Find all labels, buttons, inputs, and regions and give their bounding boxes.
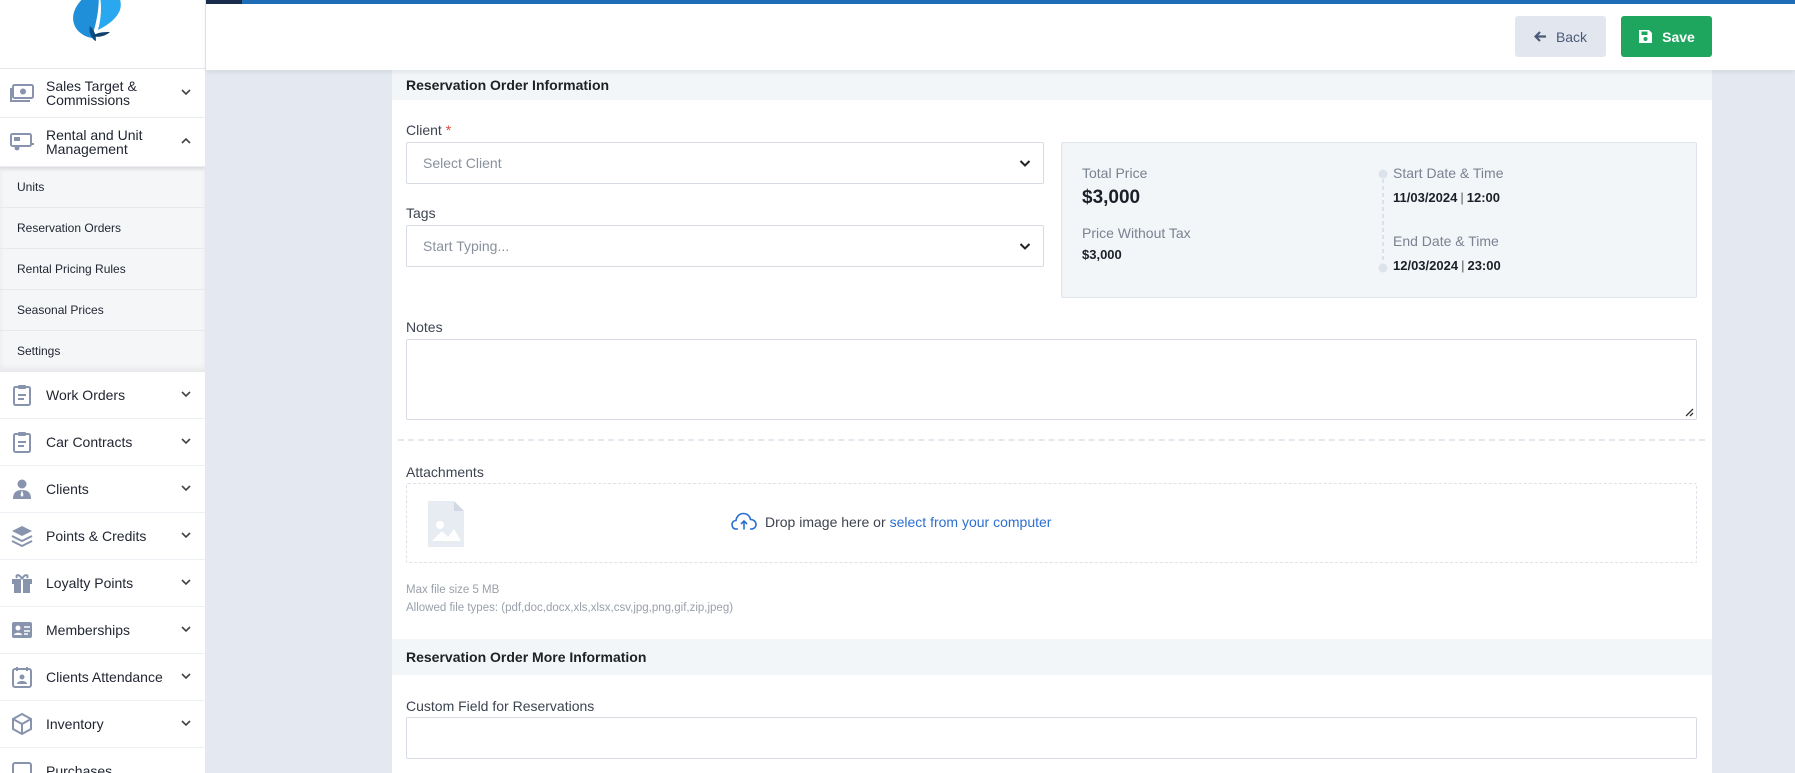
back-button[interactable]: Back	[1515, 16, 1606, 57]
sidebar-item-points-credits[interactable]: Points & Credits	[0, 513, 205, 560]
chevron-down-icon	[181, 485, 191, 492]
price-summary-panel: Total Price $3,000 Price Without Tax $3,…	[1061, 142, 1697, 298]
custom-field-input[interactable]	[406, 717, 1697, 759]
chevron-down-icon	[1019, 160, 1031, 167]
max-file-size-hint: Max file size 5 MB	[406, 584, 500, 596]
rv-icon	[10, 131, 34, 153]
chevron-down-icon	[181, 391, 191, 398]
reservation-form-card: Reservation Order Information Client * S…	[392, 70, 1712, 773]
money-icon	[10, 82, 34, 104]
resize-handle-icon[interactable]	[1684, 407, 1694, 417]
section-title-more-information: Reservation Order More Information	[392, 639, 1712, 675]
end-time: 23:00	[1467, 258, 1501, 273]
tags-input[interactable]: Start Typing...	[406, 225, 1044, 267]
start-date: 11/03/2024	[1393, 190, 1458, 205]
chevron-down-icon	[181, 626, 191, 633]
sidebar-subitem-units[interactable]: Units	[0, 167, 205, 208]
chevron-down-icon	[181, 720, 191, 727]
chevron-up-icon	[181, 137, 191, 144]
back-button-label: Back	[1555, 28, 1588, 45]
start-time: 12:00	[1466, 190, 1500, 205]
sidebar-item-loyalty-points[interactable]: Loyalty Points	[0, 560, 205, 607]
chevron-down-icon	[181, 438, 191, 445]
sidebar-item-clients[interactable]: Clients	[0, 466, 205, 513]
arrow-left-icon	[1533, 31, 1546, 42]
box-icon	[10, 713, 34, 735]
sidebar-subitem-rental-pricing-rules[interactable]: Rental Pricing Rules	[0, 249, 205, 290]
user-tie-icon	[10, 478, 34, 500]
rental-submenu: Units Reservation Orders Rental Pricing …	[0, 167, 205, 372]
sidebar-item-label: Rental and Unit Management	[46, 127, 143, 157]
gift-icon	[10, 572, 34, 594]
attachments-field-label: Attachments	[406, 464, 484, 480]
end-datetime-value: 12/03/2024 | 23:00	[1393, 258, 1501, 273]
dropzone-text: Drop image here or	[765, 513, 886, 530]
sidebar-subitem-settings[interactable]: Settings	[0, 331, 205, 372]
calendar-user-icon	[10, 666, 34, 688]
chevron-down-icon	[1019, 243, 1031, 250]
sidebar-item-sales-target[interactable]: Sales Target & Commissions	[0, 69, 205, 118]
save-button-label: Save	[1662, 28, 1695, 45]
sidebar-item-label: Purchases	[46, 763, 113, 773]
price-without-tax-label: Price Without Tax	[1082, 225, 1191, 241]
price-without-tax-value: $3,000	[1082, 247, 1122, 262]
notes-field-label: Notes	[406, 319, 443, 335]
save-button[interactable]: Save	[1621, 16, 1712, 57]
client-select-placeholder: Select Client	[423, 155, 502, 171]
sidebar-item-purchases[interactable]: Purchases	[0, 748, 205, 773]
butterfly-logo-icon	[73, 0, 121, 41]
end-date: 12/03/2024	[1393, 258, 1459, 273]
client-field-label: Client *	[406, 122, 451, 138]
start-datetime-label: Start Date & Time	[1393, 165, 1504, 181]
floppy-disk-icon	[1639, 30, 1653, 43]
sidebar-item-memberships[interactable]: Memberships	[0, 607, 205, 654]
chevron-down-icon	[181, 579, 191, 586]
top-toolbar: Back Save	[206, 0, 1795, 70]
chevron-down-icon	[181, 89, 191, 96]
id-card-icon	[10, 619, 34, 641]
sidebar-item-work-orders[interactable]: Work Orders	[0, 372, 205, 419]
sidebar-item-label: Sales Target & Commissions	[46, 78, 137, 108]
sidebar-subitem-seasonal-prices[interactable]: Seasonal Prices	[0, 290, 205, 331]
select-from-computer-link[interactable]: select from your computer	[890, 514, 1052, 530]
cloud-upload-icon	[731, 512, 757, 530]
sidebar-item-clients-attendance[interactable]: Clients Attendance	[0, 654, 205, 701]
layers-icon	[10, 525, 34, 547]
end-datetime-label: End Date & Time	[1393, 233, 1499, 249]
client-select[interactable]: Select Client	[406, 142, 1044, 184]
section-title-order-information: Reservation Order Information	[392, 70, 1712, 100]
allowed-file-types-hint: Allowed file types: (pdf,doc,docx,xls,xl…	[406, 602, 734, 614]
custom-field-label: Custom Field for Reservations	[406, 698, 595, 714]
dropzone-message: Drop image here or select from your comp…	[731, 512, 1051, 531]
separator: |	[1461, 258, 1465, 273]
tags-field-label: Tags	[406, 205, 436, 221]
required-marker: *	[445, 122, 452, 138]
section-divider	[398, 439, 1705, 441]
sidebar-item-car-contracts[interactable]: Car Contracts	[0, 419, 205, 466]
image-file-icon	[428, 501, 464, 547]
sidebar: Sales Target & Commissions Rental and Un…	[0, 0, 206, 773]
total-price-label: Total Price	[1082, 165, 1148, 181]
sidebar-item-inventory[interactable]: Inventory	[0, 701, 205, 748]
clipboard-icon	[10, 431, 34, 453]
start-datetime-value: 11/03/2024 | 12:00	[1393, 190, 1500, 205]
notes-textarea[interactable]	[406, 339, 1697, 420]
accent-bar	[242, 0, 1795, 4]
logo-area	[0, 0, 205, 69]
sidebar-item-rental-unit-management[interactable]: Rental and Unit Management	[0, 118, 205, 167]
attachments-dropzone[interactable]: Drop image here or select from your comp…	[406, 483, 1697, 563]
total-price-value: $3,000	[1082, 187, 1141, 208]
tags-input-placeholder: Start Typing...	[423, 238, 510, 254]
chevron-down-icon	[181, 532, 191, 539]
cart-icon	[10, 760, 34, 773]
chevron-down-icon	[181, 673, 191, 680]
date-timeline-icon	[1378, 169, 1388, 273]
clipboard-icon	[10, 384, 34, 406]
sidebar-subitem-reservation-orders[interactable]: Reservation Orders	[0, 208, 205, 249]
client-label-text: Client	[406, 122, 442, 138]
separator: |	[1460, 190, 1464, 205]
